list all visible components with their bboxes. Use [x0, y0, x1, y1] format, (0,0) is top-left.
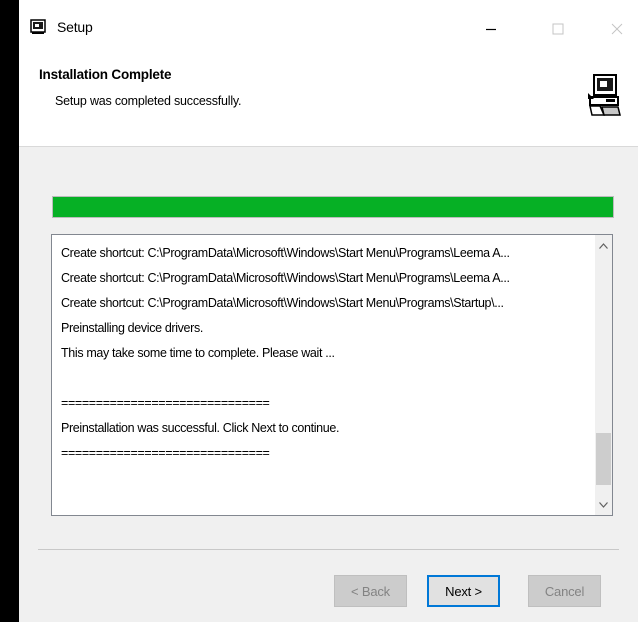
back-button[interactable]: < Back — [334, 575, 407, 607]
page-subtitle: Setup was completed successfully. — [55, 94, 242, 108]
progress-bar — [52, 196, 614, 218]
maximize-icon — [552, 23, 564, 35]
log-line: ============================== — [61, 446, 270, 460]
computer-install-icon — [588, 74, 621, 116]
setup-app-icon — [30, 19, 46, 34]
log-line — [61, 366, 591, 391]
minimize-button[interactable] — [471, 14, 511, 44]
chevron-up-icon — [599, 242, 608, 249]
log-line: This may take some time to complete. Ple… — [61, 346, 335, 360]
log-lines: Create shortcut: C:\ProgramData\Microsof… — [61, 241, 591, 466]
maximize-button[interactable] — [538, 14, 578, 44]
next-button[interactable]: Next > — [427, 575, 500, 607]
scroll-down-button[interactable] — [595, 496, 612, 513]
chevron-down-icon — [599, 501, 608, 508]
log-line: Create shortcut: C:\ProgramData\Microsof… — [61, 246, 510, 260]
close-button[interactable] — [597, 14, 637, 44]
window-title: Setup — [57, 19, 93, 35]
close-icon — [611, 23, 623, 35]
scroll-thumb[interactable] — [596, 433, 611, 485]
install-log[interactable]: Create shortcut: C:\ProgramData\Microsof… — [51, 234, 613, 516]
log-line: Preinstallation was successful. Click Ne… — [61, 421, 340, 435]
wizard-header: Installation Complete Setup was complete… — [19, 58, 638, 147]
log-line: Create shortcut: C:\ProgramData\Microsof… — [61, 271, 510, 285]
log-line: ============================== — [61, 396, 270, 410]
page-title: Installation Complete — [39, 67, 172, 82]
setup-window: Setup Installation Complete Setup was co… — [19, 0, 638, 622]
log-scrollbar[interactable] — [595, 235, 612, 515]
minimize-icon — [486, 28, 496, 31]
title-bar[interactable]: Setup — [19, 0, 638, 58]
progress-fill — [53, 197, 613, 217]
scroll-up-button[interactable] — [595, 237, 612, 254]
log-line: Create shortcut: C:\ProgramData\Microsof… — [61, 296, 504, 310]
log-line: Preinstalling device drivers. — [61, 321, 203, 335]
footer-divider — [38, 549, 619, 550]
cancel-button[interactable]: Cancel — [528, 575, 601, 607]
